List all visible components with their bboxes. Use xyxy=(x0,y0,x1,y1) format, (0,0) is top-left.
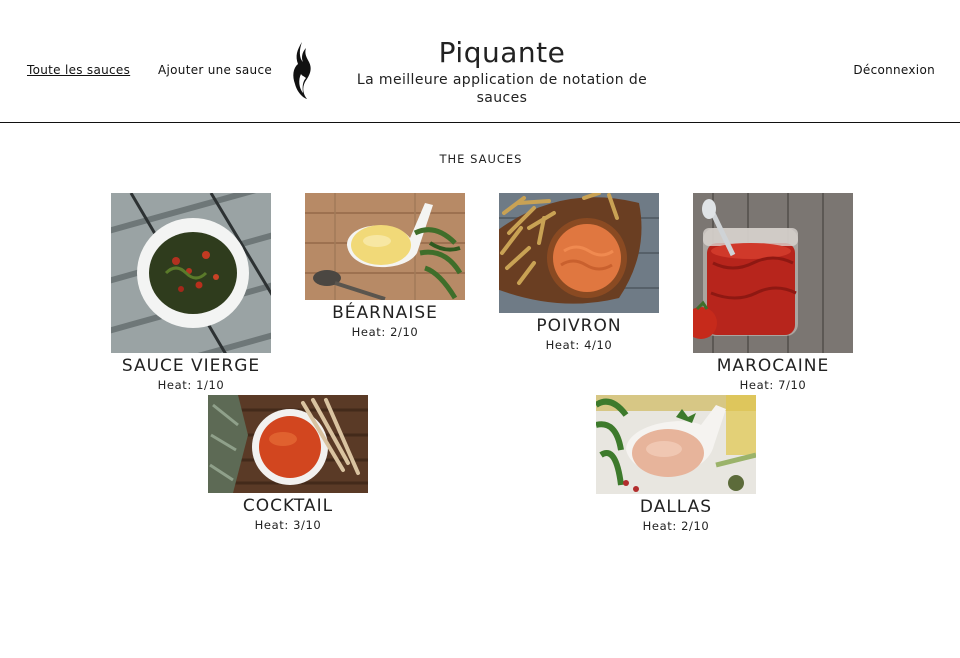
nav-add-sauce-link[interactable]: Ajouter une sauce xyxy=(158,63,272,77)
sauce-card-vierge[interactable]: SAUCE VIERGE Heat: 1/10 xyxy=(111,193,271,393)
sauce-image xyxy=(208,395,368,493)
logout-link[interactable]: Déconnexion xyxy=(853,63,935,77)
sauce-card-cocktail[interactable]: COCKTAIL Heat: 3/10 xyxy=(208,395,368,533)
sauce-name: MAROCAINE xyxy=(716,356,830,376)
sauce-card-marocaine[interactable]: MAROCAINE Heat: 7/10 xyxy=(693,193,853,393)
app-header: Toute les sauces Ajouter une sauce Piqua… xyxy=(0,0,960,123)
sauce-image xyxy=(111,193,271,353)
sauce-image xyxy=(596,395,756,494)
sauce-heat: Heat: 4/10 xyxy=(545,338,613,352)
sauce-heat: Heat: 7/10 xyxy=(739,378,807,392)
brand-block: Piquante La meilleure application de not… xyxy=(352,36,652,107)
sauce-card-poivron[interactable]: POIVRON Heat: 4/10 xyxy=(499,193,659,353)
section-title: THE SAUCES xyxy=(439,152,523,166)
sauce-name: BÉARNAISE xyxy=(332,303,438,323)
sauce-name: COCKTAIL xyxy=(242,496,334,516)
sauce-image xyxy=(693,193,853,353)
app-title: Piquante xyxy=(438,36,566,69)
sauce-heat: Heat: 1/10 xyxy=(157,378,225,392)
sauce-card-dallas[interactable]: DALLAS Heat: 2/10 xyxy=(596,395,756,534)
sauce-name: SAUCE VIERGE xyxy=(121,356,261,376)
sauce-card-bearnaise[interactable]: BÉARNAISE Heat: 2/10 xyxy=(305,193,465,340)
sauce-image xyxy=(499,193,659,313)
sauce-heat: Heat: 3/10 xyxy=(254,518,322,532)
sauce-image xyxy=(305,193,465,300)
sauce-heat: Heat: 2/10 xyxy=(351,325,419,339)
sauce-name: POIVRON xyxy=(536,316,622,336)
nav-all-sauces-link[interactable]: Toute les sauces xyxy=(27,63,130,77)
flame-logo-icon xyxy=(293,42,311,99)
sauce-heat: Heat: 2/10 xyxy=(642,519,710,533)
sauce-name: DALLAS xyxy=(639,497,713,517)
app-subtitle: La meilleure application de notation de … xyxy=(356,72,648,106)
